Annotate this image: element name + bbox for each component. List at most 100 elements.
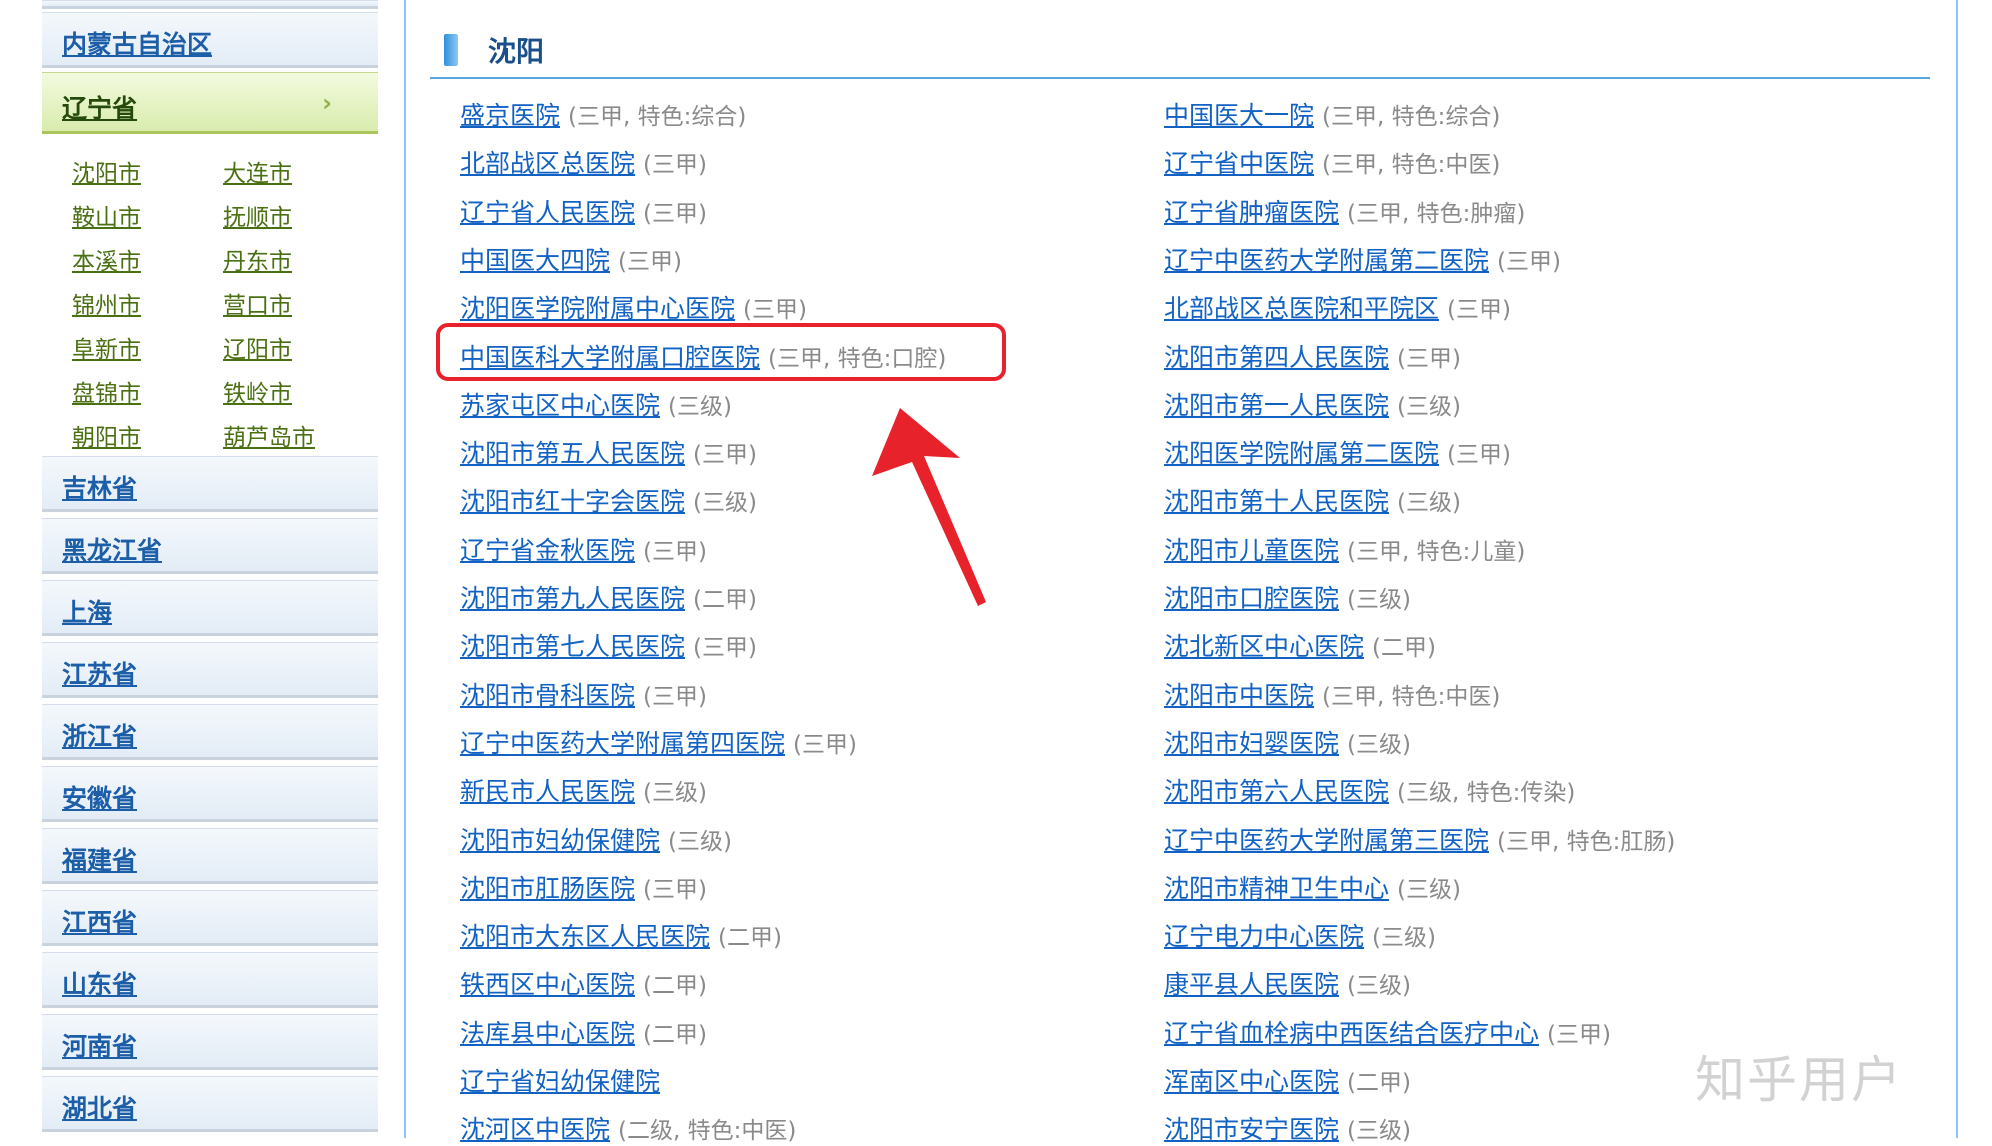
province-link[interactable]: 江西省 (62, 903, 137, 939)
hospital-link[interactable]: 沈阳市第一人民医院 (1164, 391, 1389, 420)
province-item[interactable]: 江西省 (42, 890, 378, 946)
hospital-link[interactable]: 辽宁中医药大学附属第四医院 (460, 729, 785, 758)
city-link[interactable]: 鞍山市 (72, 198, 141, 232)
city-link[interactable]: 抚顺市 (223, 198, 292, 232)
hospital-link[interactable]: 浑南区中心医院 (1164, 1067, 1339, 1096)
hospital-link[interactable]: 沈阳市妇幼保健院 (460, 826, 660, 855)
hospital-link[interactable]: 新民市人民医院 (460, 777, 635, 806)
city-link[interactable]: 大连市 (223, 154, 292, 188)
hospital-link[interactable]: 苏家屯区中心医院 (460, 391, 660, 420)
province-link[interactable]: 湖北省 (62, 1089, 137, 1125)
hospital-link[interactable]: 沈阳医学院附属第二医院 (1164, 439, 1439, 468)
hospital-link[interactable]: 沈阳市第十人民医院 (1164, 487, 1389, 516)
province-item[interactable]: 山东省 (42, 952, 378, 1008)
hospital-link[interactable]: 法库县中心医院 (460, 1019, 635, 1048)
province-link-active[interactable]: 辽宁省 (62, 89, 137, 125)
hospital-item: 中国医大一院 (三甲, 特色:综合) (1164, 101, 1500, 132)
city-link[interactable]: 本溪市 (72, 242, 141, 276)
city-link[interactable]: 锦州市 (72, 286, 141, 320)
hospital-link[interactable]: 辽宁省中医院 (1164, 149, 1314, 178)
hospital-link[interactable]: 沈阳医学院附属中心医院 (460, 294, 735, 323)
city-link[interactable]: 阜新市 (72, 330, 141, 364)
province-link[interactable]: 安徽省 (62, 779, 137, 815)
province-item[interactable]: 河南省 (42, 1014, 378, 1070)
hospital-link[interactable]: 中国医大四院 (460, 246, 610, 275)
hospital-link[interactable]: 沈阳市骨科医院 (460, 681, 635, 710)
province-link[interactable]: 浙江省 (62, 717, 137, 753)
hospital-link[interactable]: 辽宁省金秋医院 (460, 536, 635, 565)
hospital-link[interactable]: 沈阳市安宁医院 (1164, 1115, 1339, 1144)
hospital-link[interactable]: 沈阳市第六人民医院 (1164, 777, 1389, 806)
province-link[interactable]: 黑龙江省 (62, 531, 162, 567)
hospital-link[interactable]: 康平县人民医院 (1164, 970, 1339, 999)
hospital-link[interactable]: 沈阳市精神卫生中心 (1164, 874, 1389, 903)
hospital-link[interactable]: 铁西区中心医院 (460, 970, 635, 999)
city-link[interactable]: 葫芦岛市 (223, 418, 315, 452)
hospital-item: 康平县人民医院 (三级) (1164, 970, 1411, 1001)
hospital-link[interactable]: 辽宁省妇幼保健院 (460, 1067, 660, 1096)
city-link[interactable]: 沈阳市 (72, 154, 141, 188)
city-link[interactable]: 辽阳市 (223, 330, 292, 364)
province-link[interactable]: 福建省 (62, 841, 137, 877)
hospital-link[interactable]: 沈河区中医院 (460, 1115, 610, 1144)
province-item[interactable]: 安徽省 (42, 766, 378, 822)
city-link[interactable]: 铁岭市 (223, 374, 292, 408)
province-item-neimenggu[interactable]: 内蒙古自治区 (42, 12, 378, 68)
province-link[interactable]: 山东省 (62, 965, 137, 1001)
hospital-item: 北部战区总医院和平院区 (三甲) (1164, 294, 1511, 325)
section-marker-icon (444, 34, 458, 66)
hospital-link[interactable]: 沈北新区中心医院 (1164, 632, 1364, 661)
province-item[interactable]: 吉林省 (42, 456, 378, 512)
hospital-link[interactable]: 中国医大一院 (1164, 101, 1314, 130)
hospital-item: 辽宁省妇幼保健院 (460, 1067, 660, 1097)
hospital-link[interactable]: 沈阳市第九人民医院 (460, 584, 685, 613)
hospital-link[interactable]: 辽宁省血栓病中西医结合医疗中心 (1164, 1019, 1539, 1048)
hospital-grade: (三级) (1372, 925, 1436, 952)
hospital-grade: (三甲, 特色:综合) (1322, 104, 1501, 130)
province-link[interactable]: 江苏省 (62, 655, 137, 691)
hospital-grade: (二甲) (693, 587, 757, 613)
hospital-link[interactable]: 辽宁中医药大学附属第三医院 (1164, 826, 1489, 855)
hospital-link[interactable]: 沈阳市口腔医院 (1164, 584, 1339, 613)
province-item[interactable]: 湖北省 (42, 1076, 378, 1132)
province-item[interactable]: 江苏省 (42, 642, 378, 698)
hospital-item: 沈阳市第五人民医院 (三甲) (460, 439, 757, 470)
hospital-link[interactable]: 沈阳市第五人民医院 (460, 439, 685, 468)
province-item[interactable]: 上海 (42, 580, 378, 636)
city-link[interactable]: 营口市 (223, 286, 292, 320)
hospital-link[interactable]: 沈阳市第四人民医院 (1164, 343, 1389, 372)
hospital-grade: (三甲, 特色:儿童) (1347, 538, 1526, 565)
hospital-link[interactable]: 辽宁省人民医院 (460, 198, 635, 227)
hospital-link[interactable]: 沈阳市儿童医院 (1164, 536, 1339, 565)
hospital-link[interactable]: 盛京医院 (460, 101, 560, 130)
province-link[interactable]: 上海 (62, 593, 112, 629)
hospital-link[interactable]: 沈阳市肛肠医院 (460, 874, 635, 903)
hospital-link[interactable]: 北部战区总医院 (460, 149, 635, 178)
hospital-link[interactable]: 辽宁电力中心医院 (1164, 922, 1364, 951)
city-link[interactable]: 盘锦市 (72, 374, 141, 408)
hospital-link[interactable]: 辽宁省肿瘤医院 (1164, 198, 1339, 227)
province-link[interactable]: 河南省 (62, 1027, 137, 1063)
hospital-link[interactable]: 北部战区总医院和平院区 (1164, 294, 1439, 323)
hospital-item: 沈阳市红十字会医院 (三级) (460, 487, 757, 518)
province-link[interactable]: 内蒙古自治区 (62, 25, 212, 61)
hospital-link[interactable]: 沈阳市大东区人民医院 (460, 922, 710, 951)
province-link[interactable]: 吉林省 (62, 469, 137, 505)
hospital-link[interactable]: 沈阳市中医院 (1164, 681, 1314, 710)
hospital-link[interactable]: 沈阳市妇婴医院 (1164, 729, 1339, 758)
city-link[interactable]: 丹东市 (223, 242, 292, 276)
hospital-item: 辽宁省血栓病中西医结合医疗中心 (三甲) (1164, 1019, 1611, 1050)
hospital-grade: (三甲) (1447, 442, 1511, 469)
province-item[interactable]: 福建省 (42, 828, 378, 884)
province-item[interactable]: 浙江省 (42, 704, 378, 760)
hospital-grade: (三甲) (643, 683, 707, 710)
province-item-liaoning-active[interactable]: 辽宁省 › (42, 72, 378, 134)
hospital-item: 苏家屯区中心医院 (三级) (460, 391, 732, 422)
chevron-right-icon: › (322, 89, 332, 117)
province-item[interactable]: 黑龙江省 (42, 518, 378, 574)
hospital-link[interactable]: 沈阳市第七人民医院 (460, 632, 685, 661)
hospital-link[interactable]: 辽宁中医药大学附属第二医院 (1164, 246, 1489, 275)
hospital-link[interactable]: 沈阳市红十字会医院 (460, 487, 685, 516)
hospital-item: 沈阳市妇幼保健院 (三级) (460, 826, 732, 857)
city-link[interactable]: 朝阳市 (72, 418, 141, 452)
